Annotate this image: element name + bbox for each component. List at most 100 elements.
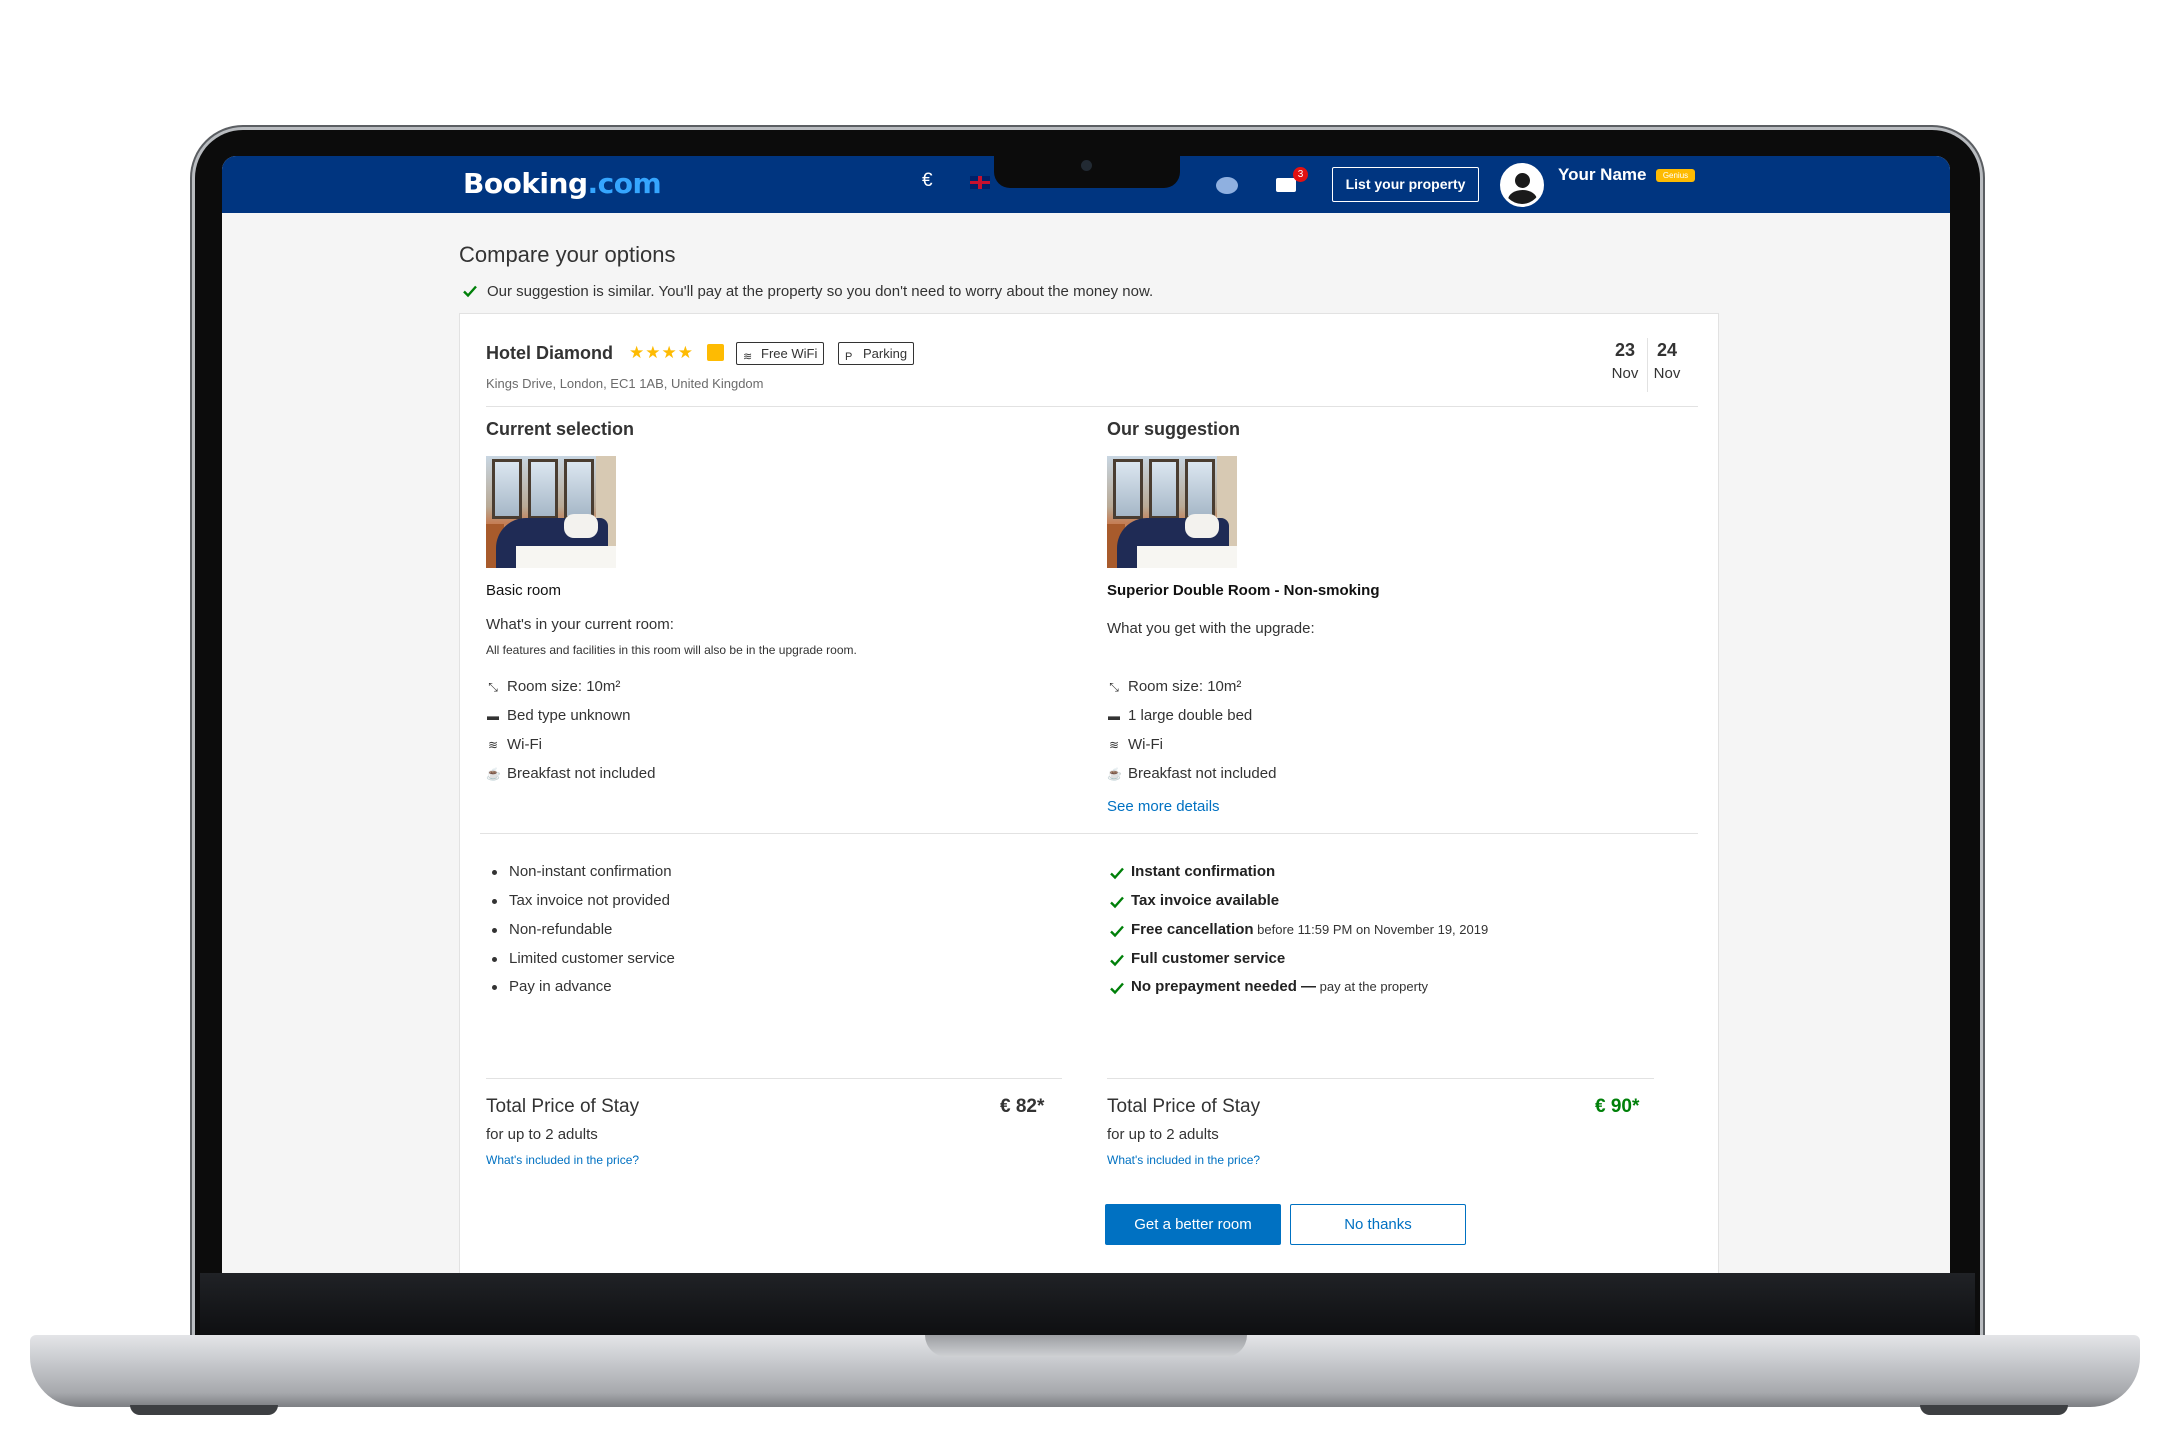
room-size-icon: ⤡: [488, 680, 498, 694]
current-feature-room-size: ⤡ Room size: 10m²: [486, 678, 620, 695]
current-condition-item: Tax invoice not provided: [492, 892, 670, 909]
booking-logo[interactable]: Booking.com: [463, 167, 662, 200]
laptop-foot-right: [1920, 1405, 2068, 1415]
user-name[interactable]: Your Name: [1558, 165, 1647, 185]
feature-text: Breakfast not included: [507, 765, 656, 782]
avatar-head-shape: [1515, 173, 1530, 188]
mail-icon[interactable]: [1276, 178, 1296, 192]
current-condition-item: Non-instant confirmation: [492, 863, 672, 880]
benefit-title: Instant confirmation: [1131, 863, 1276, 880]
check-icon: [1110, 954, 1124, 967]
camera-lens: [1081, 160, 1092, 171]
suggestion-benefit-item: Tax invoice available: [1110, 892, 1280, 909]
benefit-title: Tax invoice available: [1131, 892, 1280, 909]
check-icon: [1110, 982, 1124, 995]
current-condition-item: Non-refundable: [491, 921, 613, 938]
suggested-feature-room-size: ⤡ Room size: 10m²: [1107, 678, 1241, 695]
current-feature-bed: ▬ Bed type unknown: [486, 707, 630, 724]
current-condition-item: Limited customer service: [492, 950, 675, 967]
wifi-icon: ≋: [1108, 738, 1120, 752]
current-price-info-link[interactable]: What's included in the price?: [486, 1153, 639, 1167]
current-room-name: Basic room: [486, 582, 562, 599]
suggested-feature-breakfast: ☕ Breakfast not included: [1107, 765, 1276, 782]
photo-blanket: [1137, 546, 1237, 568]
current-room-note: All features and facilities in this room…: [486, 643, 857, 657]
suggestion-benefit-item: No prepayment needed — pay at the proper…: [1110, 978, 1429, 995]
check-icon: [1110, 896, 1124, 909]
logo-tld-text: .com: [587, 167, 662, 200]
photo-pillow: [564, 514, 598, 538]
feature-text: Room size: 10m²: [1128, 678, 1242, 695]
checkin-day: 23: [1614, 340, 1636, 360]
current-price-label: Total Price of Stay: [486, 1096, 640, 1117]
our-suggestion-heading: Our suggestion: [1107, 419, 1241, 439]
checkout-date: 24 Nov: [1647, 340, 1687, 382]
feature-text: Breakfast not included: [1128, 765, 1277, 782]
suggestion-benefit-item: Instant confirmation: [1110, 863, 1276, 880]
feature-text: Wi-Fi: [507, 736, 542, 753]
checkin-month: Nov: [1611, 365, 1639, 382]
feature-text: Bed type unknown: [507, 707, 631, 724]
suggested-feature-wifi: ≋ Wi-Fi: [1107, 736, 1163, 753]
list-your-property-button[interactable]: List your property: [1332, 167, 1479, 202]
currency-selector[interactable]: €: [922, 170, 933, 192]
suggested-room-section-title: What you get with the upgrade:: [1107, 620, 1315, 637]
breakfast-icon: ☕: [1107, 767, 1122, 781]
preferred-partner-icon: [707, 344, 724, 361]
intro-message: Our suggestion is similar. You'll pay at…: [487, 283, 1154, 300]
no-thanks-button[interactable]: No thanks: [1290, 1204, 1466, 1245]
suggestion-benefit-item: Full customer service: [1110, 950, 1286, 967]
current-room-photo[interactable]: [486, 456, 616, 568]
photo-window: [1113, 459, 1143, 519]
current-condition-item: Pay in advance: [492, 978, 612, 995]
photo-window: [492, 459, 522, 519]
suggested-price-label: Total Price of Stay: [1107, 1096, 1261, 1117]
get-better-room-button[interactable]: Get a better room: [1105, 1204, 1281, 1245]
photo-window: [528, 459, 558, 519]
avatar-body-shape: [1508, 190, 1537, 204]
photo-pillow: [1185, 514, 1219, 538]
laptop-foot-left: [130, 1405, 278, 1415]
user-avatar[interactable]: [1500, 163, 1544, 207]
logo-main-text: Booking: [463, 167, 588, 200]
facility-label: Parking: [863, 346, 908, 361]
benefit-title: Full customer service: [1131, 950, 1286, 967]
genius-badge: Genius: [1656, 169, 1695, 182]
wifi-icon: ≋: [487, 738, 499, 752]
screen: Booking.com € 3 List your property Your …: [222, 156, 1950, 1273]
checkin-date: 23 Nov: [1605, 340, 1645, 382]
suggested-price-subtitle: for up to 2 adults: [1107, 1126, 1219, 1143]
features-divider: [480, 833, 1698, 834]
facility-label: Free WiFi: [761, 346, 818, 361]
see-more-details-link[interactable]: See more details: [1107, 798, 1220, 815]
messages-count-badge: 3: [1293, 167, 1308, 182]
checkout-day: 24: [1656, 340, 1678, 360]
language-flag-icon[interactable]: [970, 176, 990, 189]
wifi-icon: ≋: [743, 351, 753, 363]
hotel-name[interactable]: Hotel Diamond: [486, 343, 613, 364]
bed-icon: ▬: [1108, 709, 1120, 723]
photo-window: [1185, 459, 1215, 519]
check-icon: [1110, 867, 1124, 880]
suggested-feature-bed: ▬ 1 large double bed: [1107, 707, 1252, 724]
laptop-lid-groove: [925, 1335, 1247, 1357]
suggestion-price-divider: [1107, 1078, 1654, 1079]
current-room-section-title: What's in your current room:: [486, 616, 674, 633]
parking-icon: P: [845, 351, 853, 363]
facility-badge-parking: P Parking: [838, 342, 915, 365]
suggested-price-value: € 90*: [1595, 1096, 1640, 1117]
chat-icon[interactable]: [1216, 177, 1238, 194]
page-title: Compare your options: [459, 242, 676, 267]
checkout-month: Nov: [1653, 365, 1681, 382]
feature-text: 1 large double bed: [1128, 707, 1253, 724]
current-price-subtitle: for up to 2 adults: [486, 1126, 598, 1143]
suggested-room-name[interactable]: Superior Double Room - Non-smoking: [1107, 582, 1380, 599]
success-check-icon: [463, 285, 477, 298]
suggested-price-info-link[interactable]: What's included in the price?: [1107, 1153, 1260, 1167]
benefit-detail: pay at the property: [1316, 979, 1429, 994]
current-feature-wifi: ≋ Wi-Fi: [486, 736, 542, 753]
laptop-bezel: [200, 1273, 1975, 1335]
suggested-room-photo[interactable]: [1107, 456, 1237, 568]
room-size-icon: ⤡: [1109, 680, 1119, 694]
bed-icon: ▬: [487, 709, 499, 723]
